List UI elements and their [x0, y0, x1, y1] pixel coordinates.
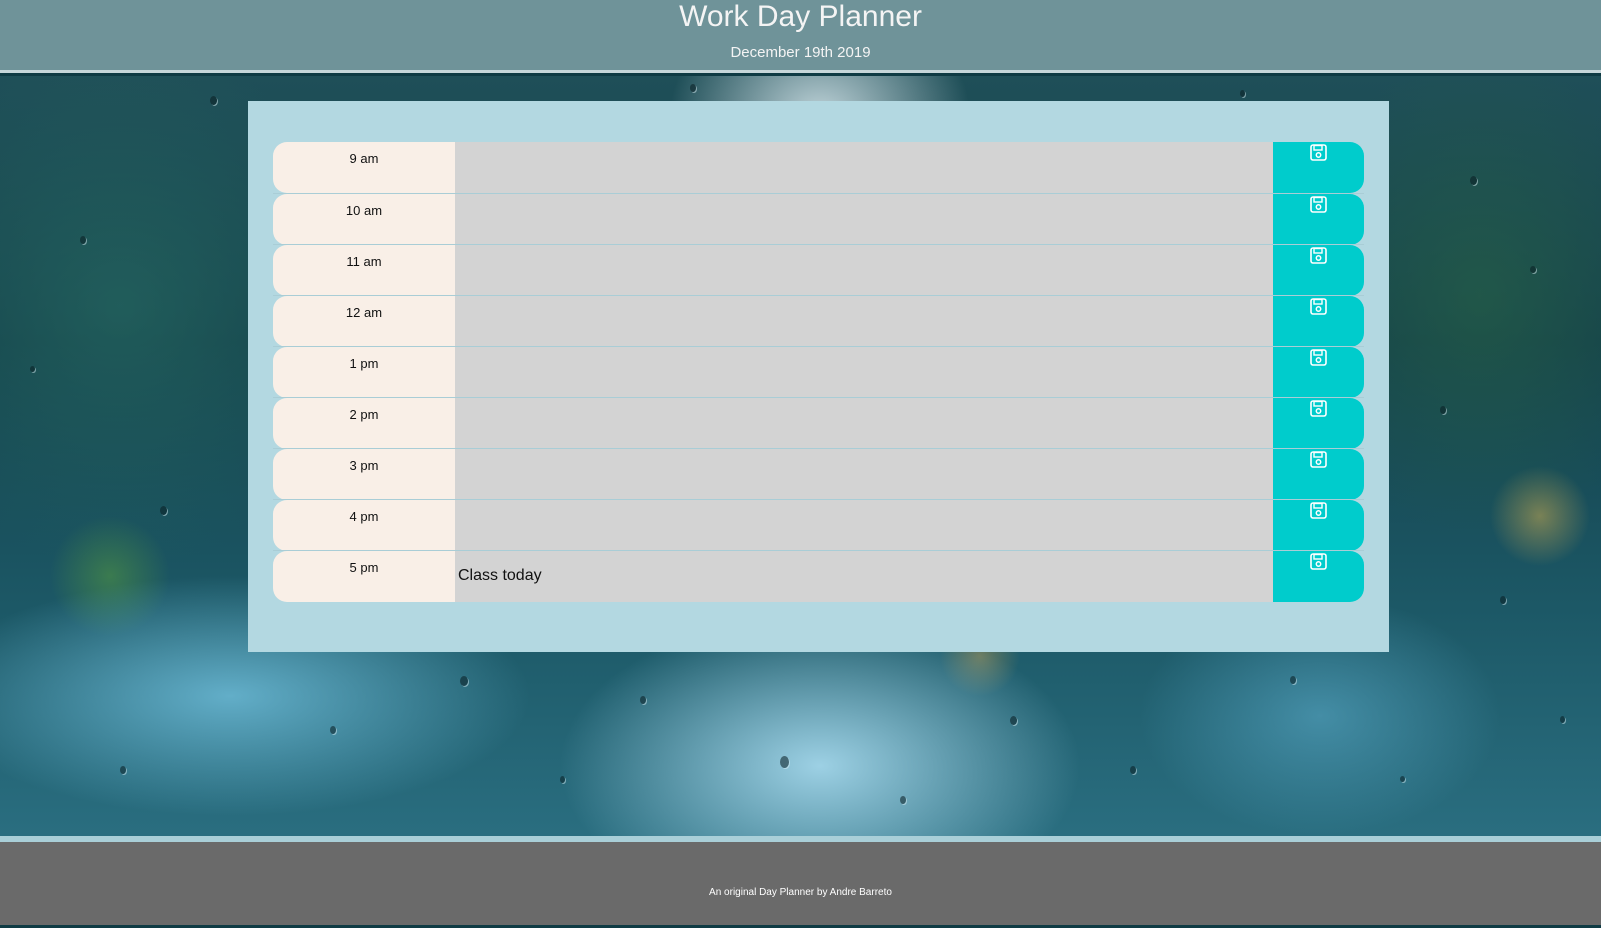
floppy-disk-icon: [1310, 400, 1327, 417]
floppy-disk-icon: [1310, 502, 1327, 519]
planner-container: 9 am 10 am 11 am 12 am 1 pm 2 pm 3 pm 4 pm 5 pm C…: [248, 101, 1389, 652]
task-input[interactable]: [455, 194, 1273, 245]
hour-label: 11 am: [273, 245, 455, 296]
task-input[interactable]: [455, 296, 1273, 347]
hour-label: 10 am: [273, 194, 455, 245]
task-input[interactable]: [455, 245, 1273, 296]
hour-label: 9 am: [273, 142, 455, 193]
time-block-row: 10 am: [273, 193, 1364, 245]
time-block-row: 4 pm: [273, 499, 1364, 551]
floppy-disk-icon: [1310, 144, 1327, 161]
current-date: December 19th 2019: [730, 44, 871, 61]
save-button[interactable]: [1273, 500, 1364, 551]
task-input[interactable]: [455, 449, 1273, 500]
time-block-row: 1 pm: [273, 346, 1364, 398]
time-block-row: 9 am: [273, 142, 1364, 193]
time-block-row: 12 am: [273, 295, 1364, 347]
page-title: Work Day Planner: [679, 0, 922, 33]
floppy-disk-icon: [1310, 451, 1327, 468]
save-button[interactable]: [1273, 296, 1364, 347]
floppy-disk-icon: [1310, 298, 1327, 315]
hour-label: 12 am: [273, 296, 455, 347]
time-block-row: 2 pm: [273, 397, 1364, 449]
time-block-row: 11 am: [273, 244, 1364, 296]
save-button[interactable]: [1273, 142, 1364, 193]
save-button[interactable]: [1273, 551, 1364, 602]
page-footer: An original Day Planner by Andre Barreto: [0, 842, 1601, 925]
save-button[interactable]: [1273, 398, 1364, 449]
time-block-row: 5 pm Class today: [273, 550, 1364, 602]
hour-label: 5 pm: [273, 551, 455, 602]
save-button[interactable]: [1273, 194, 1364, 245]
floppy-disk-icon: [1310, 349, 1327, 366]
task-input[interactable]: [455, 398, 1273, 449]
task-input[interactable]: [455, 142, 1273, 193]
task-input[interactable]: [455, 347, 1273, 398]
floppy-disk-icon: [1310, 553, 1327, 570]
task-input[interactable]: Class today: [455, 551, 1273, 602]
page-header: Work Day Planner December 19th 2019: [0, 0, 1601, 73]
save-button[interactable]: [1273, 347, 1364, 398]
hour-label: 3 pm: [273, 449, 455, 500]
save-button[interactable]: [1273, 245, 1364, 296]
task-input[interactable]: [455, 500, 1273, 551]
floppy-disk-icon: [1310, 247, 1327, 264]
hour-label: 4 pm: [273, 500, 455, 551]
hour-label: 2 pm: [273, 398, 455, 449]
footer-credit: An original Day Planner by Andre Barreto: [709, 887, 892, 898]
floppy-disk-icon: [1310, 196, 1327, 213]
hour-label: 1 pm: [273, 347, 455, 398]
save-button[interactable]: [1273, 449, 1364, 500]
time-block-row: 3 pm: [273, 448, 1364, 500]
